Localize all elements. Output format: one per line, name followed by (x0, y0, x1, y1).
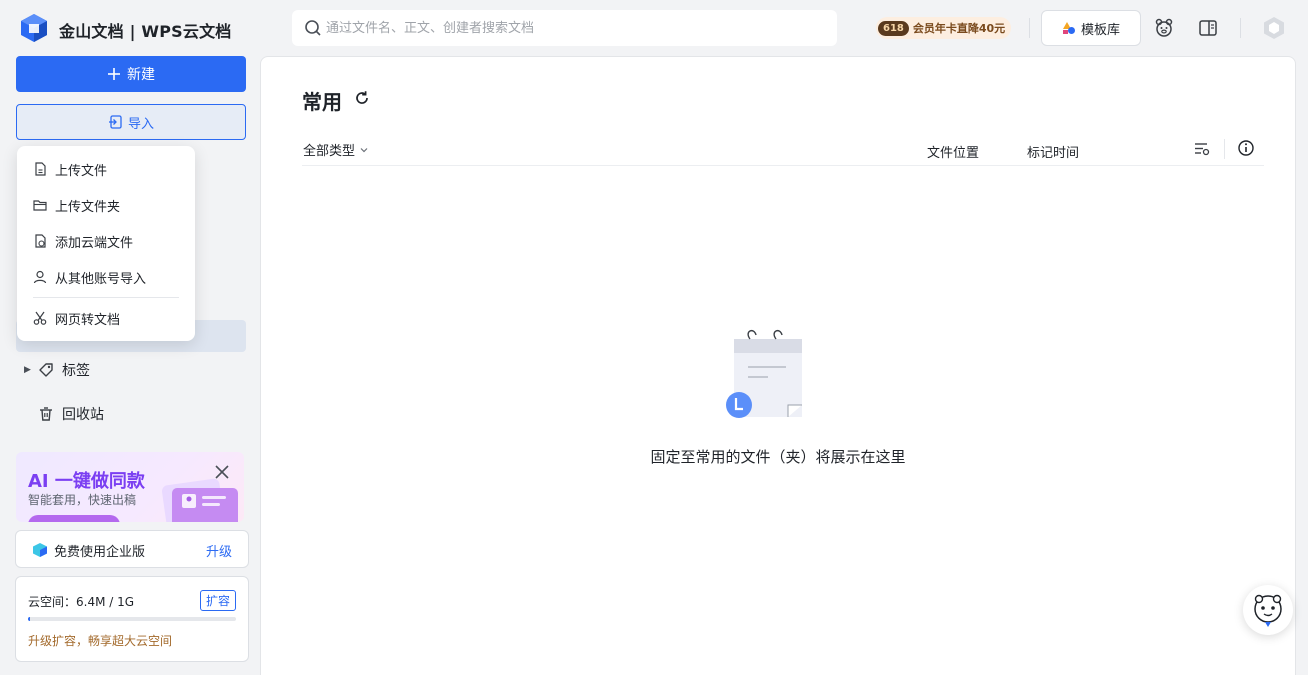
import-button[interactable]: 导入 (16, 104, 246, 140)
refresh-icon[interactable] (353, 89, 371, 107)
expand-arrow-icon[interactable]: ▶ (24, 365, 38, 375)
type-filter-dropdown[interactable]: 全部类型 (303, 140, 369, 159)
promo-badge[interactable]: 618 会员年卡直降40元 (876, 17, 1012, 39)
template-library-button[interactable]: 模板库 (1041, 10, 1141, 46)
ai-banner-subtitle: 智能套用，快速出稿 (28, 493, 137, 507)
sidebar-item-tags[interactable]: ▶ 标签 (24, 356, 90, 384)
header-divider (1240, 18, 1241, 38)
ai-promo-banner[interactable]: AI 一键做同款 智能套用，快速出稿 (16, 452, 244, 522)
import-menu: 上传文件 上传文件夹 添加云端文件 从其他账号导入 网页转文档 (17, 146, 195, 341)
main-panel: 常用 全部类型 文件位置 标记时间 固定至常用的文件（夹）将展示在这里 (260, 56, 1296, 675)
storage-progress-bar (28, 617, 236, 621)
storage-card: 云空间：6.4M / 1G 扩容 升级扩容，畅享超大云空间 (15, 576, 249, 662)
enterprise-icon (33, 543, 47, 557)
assistant-avatar-button[interactable] (1243, 585, 1293, 635)
menu-item-label: 上传文件夹 (55, 199, 121, 215)
sidebar-item-trash[interactable]: 回收站 (24, 400, 104, 428)
tag-icon (38, 362, 62, 378)
template-label: 模板库 (1080, 22, 1120, 38)
ai-card-illustration-icon (162, 478, 238, 522)
template-icon (1062, 22, 1075, 34)
upgrade-link[interactable]: 升级 (206, 541, 232, 560)
file-upload-icon (35, 162, 46, 176)
enterprise-upgrade-card[interactable]: 免费使用企业版 升级 (15, 530, 249, 568)
skin-icon[interactable] (1152, 16, 1176, 40)
app-logo-icon[interactable] (20, 13, 48, 43)
promo-number: 618 (878, 20, 909, 36)
menu-item-add-cloud-file[interactable]: 添加云端文件 (33, 227, 133, 255)
search-input[interactable] (326, 10, 826, 46)
ai-banner-cta[interactable] (28, 515, 120, 522)
info-icon[interactable] (1237, 139, 1255, 157)
menu-item-web-to-doc[interactable]: 网页转文档 (33, 304, 120, 332)
search-icon (305, 20, 321, 36)
menu-item-label: 从其他账号导入 (55, 271, 147, 287)
menu-item-label: 上传文件 (55, 163, 108, 179)
menu-divider (33, 297, 179, 298)
folder-upload-icon (33, 200, 47, 211)
new-button[interactable]: 新建 (16, 56, 246, 92)
storage-progress-fill (28, 617, 31, 621)
empty-state-illustration-icon (726, 329, 802, 418)
avatar[interactable] (1262, 16, 1286, 40)
top-bar: 金山文档 | WPS云文档 618 会员年卡直降40元 模板库 (0, 0, 1308, 56)
page-title: 常用 (302, 90, 342, 114)
header-divider (1224, 139, 1225, 159)
search-bar[interactable] (292, 10, 837, 46)
header-divider (1029, 18, 1030, 38)
chevron-down-icon (360, 147, 368, 152)
import-label: 导入 (127, 116, 154, 132)
close-icon[interactable] (214, 464, 230, 480)
type-filter-label: 全部类型 (303, 144, 356, 159)
user-import-icon (33, 270, 47, 284)
plus-icon (108, 68, 120, 80)
layout-toggle-icon[interactable] (1196, 16, 1220, 40)
import-icon (108, 115, 122, 129)
column-header-location[interactable]: 文件位置 (927, 142, 979, 161)
menu-item-upload-file[interactable]: 上传文件 (33, 155, 107, 183)
expand-storage-button[interactable]: 扩容 (199, 590, 236, 611)
menu-item-import-account[interactable]: 从其他账号导入 (33, 263, 146, 291)
brand-title[interactable]: 金山文档 | WPS云文档 (59, 18, 231, 42)
trash-icon (38, 406, 62, 422)
cloud-file-add-icon (35, 234, 46, 248)
storage-tip[interactable]: 升级扩容，畅享超大云空间 (28, 632, 172, 649)
menu-item-label: 添加云端文件 (55, 235, 134, 251)
sidebar-item-label: 标签 (62, 363, 90, 379)
sidebar-item-label: 回收站 (62, 407, 104, 423)
promo-text: 会员年卡直降40元 (912, 22, 1006, 35)
empty-state-text: 固定至常用的文件（夹）将展示在这里 (650, 448, 906, 466)
new-label: 新建 (127, 67, 155, 83)
list-header-divider (302, 165, 1264, 166)
column-header-mark-time[interactable]: 标记时间 (1027, 142, 1079, 161)
storage-label: 云空间：6.4M / 1G (28, 595, 135, 609)
menu-item-upload-folder[interactable]: 上传文件夹 (33, 191, 120, 219)
ai-banner-title: AI 一键做同款 (28, 471, 145, 492)
menu-item-label: 网页转文档 (55, 312, 121, 328)
list-settings-icon[interactable] (1193, 140, 1211, 158)
scissors-icon (33, 311, 47, 325)
enterprise-label: 免费使用企业版 (54, 545, 146, 560)
mascot-icon (1254, 594, 1282, 627)
